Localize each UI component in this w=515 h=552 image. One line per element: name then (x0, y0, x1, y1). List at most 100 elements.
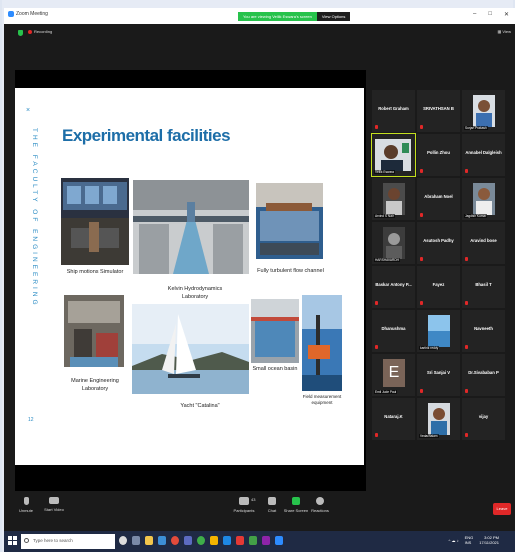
muted-mic-icon (420, 257, 423, 261)
participant-label: HARSHAVARDH (374, 258, 400, 262)
meeting-top-bar: Recording ▦ View (4, 24, 515, 42)
cortana-icon[interactable] (119, 536, 127, 545)
participant-tile[interactable]: Surjan Prakash (462, 90, 505, 132)
app-icon[interactable] (249, 536, 257, 545)
system-tray: ^ ☁ ♪ ENG INS 3:02 PM 17/11/2021 (448, 535, 499, 545)
yacht-photo (132, 304, 249, 394)
video-off-icon (49, 497, 59, 504)
participant-video (375, 139, 411, 171)
app-icon[interactable] (236, 536, 244, 545)
ocean-basin-photo (251, 299, 299, 363)
chrome-icon[interactable] (171, 536, 179, 545)
window-controls: – □ ✕ (473, 11, 509, 18)
participants-label: Participants (233, 508, 255, 513)
app-icon[interactable] (197, 536, 205, 545)
zoom-logo-icon (8, 11, 14, 17)
participant-name: Aravind bose (470, 238, 497, 243)
muted-mic-icon (375, 125, 378, 129)
store-icon[interactable] (184, 536, 192, 545)
maximize-button[interactable]: □ (488, 11, 492, 18)
participant-tile[interactable]: Annabel Dalgleish (462, 134, 505, 176)
app-icon[interactable] (223, 536, 231, 545)
participant-label: Vellik Eswara (374, 170, 395, 174)
participant-tile[interactable]: Jagdish Kumar (462, 178, 505, 220)
participant-tile[interactable]: E Emil Jude Paul (372, 354, 415, 396)
marine-lab-photo (64, 295, 124, 367)
zoom-taskbar-icon[interactable] (275, 536, 283, 545)
edge-icon[interactable] (158, 536, 166, 545)
participant-tile[interactable]: Arvind S Nair (372, 178, 415, 220)
participant-tile[interactable]: Baskar Antony P... (372, 266, 415, 308)
start-video-button[interactable]: Start Video (36, 497, 72, 512)
recording-indicator[interactable]: Recording (28, 29, 52, 34)
caption-field-equipment: Field measurement equipment (302, 394, 342, 405)
recording-label: Recording (34, 29, 53, 34)
participant-photo (383, 183, 405, 215)
muted-mic-icon (465, 345, 468, 349)
file-explorer-icon[interactable] (145, 536, 153, 545)
participant-tile[interactable]: HARSHAVARDH (372, 222, 415, 264)
view-options-button[interactable]: View Options (316, 12, 351, 21)
viewing-message: You are viewing Vellik Eswara's screen (238, 12, 317, 21)
reactions-button[interactable]: Reactions (302, 497, 338, 513)
close-button[interactable]: ✕ (504, 11, 509, 18)
clock[interactable]: 3:02 PM 17/11/2021 (479, 535, 499, 545)
leave-button[interactable]: Leave (493, 503, 511, 515)
muted-mic-icon (465, 301, 468, 305)
participant-tile[interactable]: Fayez (417, 266, 460, 308)
participant-tile[interactable]: Navneeth (462, 310, 505, 352)
windows-start-icon[interactable] (8, 536, 17, 545)
minimize-button[interactable]: – (473, 11, 476, 18)
field-equipment-photo (302, 295, 342, 391)
faculty-vertical-text: THE FACULTY OF ENGINEERING (31, 128, 38, 308)
participant-initial-avatar: E (383, 359, 405, 387)
participant-tile[interactable]: vijay (462, 398, 505, 440)
viewing-banner: You are viewing Vellik Eswara's screen V… (238, 12, 351, 21)
security-shield-icon[interactable] (18, 30, 23, 36)
slide-title: Experimental facilities (62, 126, 231, 145)
tray-icons[interactable]: ^ ☁ ♪ (448, 538, 458, 543)
participant-tile[interactable]: Asutosh Padhy (417, 222, 460, 264)
participant-tile[interactable]: karthik reddy (417, 310, 460, 352)
participant-name: Fayez (432, 282, 445, 287)
caption-ocean-basin: Small ocean basin (252, 366, 298, 372)
muted-mic-icon (420, 169, 423, 173)
participant-tile-active-speaker[interactable]: Vellik Eswara (371, 133, 416, 177)
participant-tile[interactable]: Aravind bose (462, 222, 505, 264)
participant-tile[interactable]: Bhasil T (462, 266, 505, 308)
muted-mic-icon (465, 257, 468, 261)
participant-gallery: Robert Graham SRIVATHSAN B Surjan Prakas… (371, 62, 505, 492)
participant-tile[interactable]: Dhanushma (372, 310, 415, 352)
app-icon[interactable] (262, 536, 270, 545)
slide-page-number: 12 (28, 417, 34, 423)
muted-mic-icon (465, 389, 468, 393)
participant-tile[interactable]: SRIVATHSAN B (417, 90, 460, 132)
participant-name: Annabel Dalgleish (465, 150, 502, 155)
participant-tile[interactable]: Robert Graham (372, 90, 415, 132)
chat-label: Chat (267, 508, 277, 513)
participant-tile[interactable]: Dr.Sivababan P (462, 354, 505, 396)
view-button[interactable]: ▦ View (498, 29, 512, 34)
task-view-icon[interactable] (132, 536, 140, 545)
participant-label: Arvind S Nair (374, 214, 395, 218)
participant-tile[interactable]: Pollin Zhou (417, 134, 460, 176)
view-label: View (502, 29, 511, 34)
participant-tile[interactable]: Abraham Noel (417, 178, 460, 220)
participant-photo (428, 403, 450, 435)
participant-label: Vedachalam (419, 434, 439, 438)
start-video-label: Start Video (44, 507, 64, 512)
participant-name: Navneeth (474, 326, 493, 331)
windows-taskbar: Type here to search ^ ☁ ♪ ENG INS 3:02 P… (4, 531, 515, 552)
caption-marine-lab: Marine Engineering Laboratory (71, 378, 119, 392)
taskbar-search-box[interactable]: Type here to search (21, 534, 115, 549)
close-icon: × (26, 107, 31, 114)
caption-ship-motions: Ship motions Simulator (66, 269, 124, 275)
participant-name: Abraham Noel (424, 194, 453, 199)
share-screen-icon (292, 497, 300, 505)
participant-tile[interactable]: Vedachalam (417, 398, 460, 440)
reactions-icon (316, 497, 324, 505)
participant-tile[interactable]: Nataraj.K (372, 398, 415, 440)
app-icon[interactable] (210, 536, 218, 545)
participant-tile[interactable]: Sri Sanjai V (417, 354, 460, 396)
language-indicator[interactable]: ENG INS (465, 535, 474, 545)
